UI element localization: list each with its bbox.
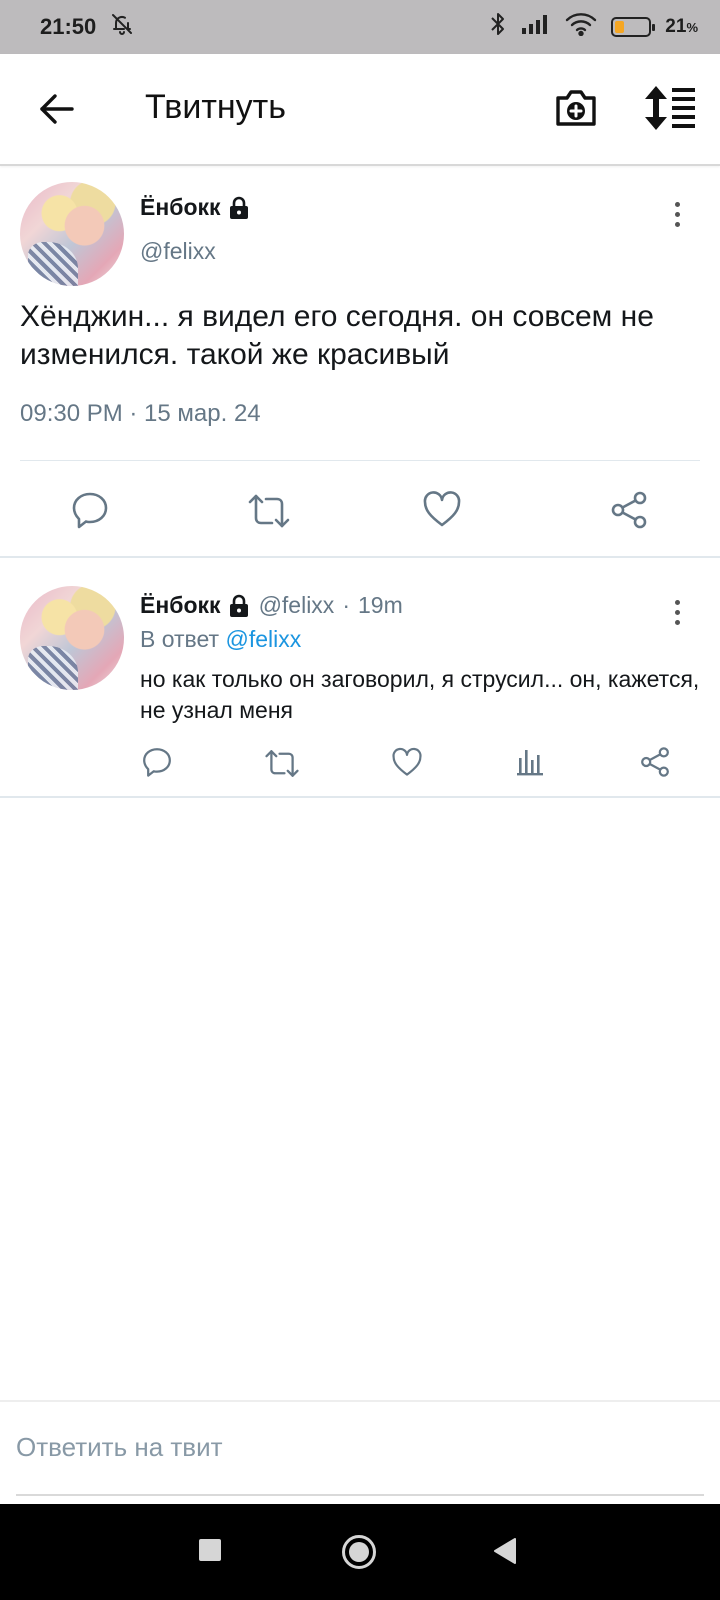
status-right: 21% bbox=[489, 11, 698, 43]
separator-dot: · bbox=[342, 592, 350, 618]
battery-percent: 21% bbox=[665, 16, 698, 37]
lock-icon bbox=[229, 196, 248, 219]
author-name-text: Ёнбокк bbox=[140, 592, 221, 618]
more-vertical-icon bbox=[674, 599, 680, 625]
status-time: 21:50 bbox=[40, 14, 97, 39]
recents-button[interactable] bbox=[198, 1538, 222, 1567]
divider bbox=[20, 460, 700, 461]
reply-header: Ёнбокк @felixx · 19m bbox=[140, 592, 403, 619]
reply-button[interactable] bbox=[141, 746, 173, 778]
back-arrow-icon bbox=[40, 94, 74, 124]
reply-tweet[interactable]: Ёнбокк @felixx · 19m В ответ @felixx но … bbox=[0, 560, 720, 798]
avatar[interactable] bbox=[20, 182, 124, 286]
author-handle[interactable]: @felixx bbox=[259, 592, 335, 619]
reply-button[interactable] bbox=[70, 490, 110, 530]
home-circle-icon bbox=[342, 1535, 376, 1569]
in-reply-to: В ответ @felixx bbox=[140, 626, 301, 653]
more-vertical-icon bbox=[674, 201, 680, 227]
back-button[interactable] bbox=[34, 86, 80, 132]
reply-actions bbox=[0, 746, 720, 790]
battery-icon bbox=[611, 17, 656, 37]
home-button[interactable] bbox=[341, 1534, 377, 1575]
share-button[interactable] bbox=[609, 490, 649, 530]
like-button[interactable] bbox=[391, 747, 423, 777]
share-button[interactable] bbox=[639, 746, 671, 778]
reply-composer bbox=[0, 1400, 720, 1502]
author-name-text: Ёнбокк bbox=[140, 194, 221, 220]
in-reply-prefix: В ответ bbox=[140, 626, 220, 652]
system-nav-bar bbox=[0, 1504, 720, 1600]
sort-button[interactable] bbox=[645, 86, 697, 130]
share-icon bbox=[611, 491, 647, 529]
battery-fill bbox=[615, 21, 625, 33]
tweet-actions bbox=[0, 476, 720, 546]
lock-icon bbox=[229, 594, 248, 617]
bluetooth-icon bbox=[489, 11, 507, 43]
like-icon bbox=[392, 747, 422, 776]
camera-button[interactable] bbox=[553, 84, 599, 130]
author-handle[interactable]: @felixx bbox=[140, 238, 216, 265]
retweet-button[interactable] bbox=[247, 492, 291, 530]
reply-icon bbox=[143, 748, 171, 777]
bell-off-icon bbox=[110, 12, 134, 42]
reply-text: но как только он заговорил, я струсил...… bbox=[140, 666, 700, 723]
status-bar: 21:50 21% bbox=[0, 0, 720, 54]
signal-icon bbox=[521, 13, 551, 41]
retweet-button[interactable] bbox=[264, 748, 300, 779]
stats-icon bbox=[517, 750, 543, 776]
reply-icon bbox=[72, 492, 108, 529]
like-button[interactable] bbox=[422, 490, 462, 528]
page-title: Твитнуть bbox=[145, 88, 286, 126]
more-options-button[interactable] bbox=[662, 592, 692, 632]
app-bar: Твитнуть bbox=[0, 54, 720, 166]
input-underline bbox=[16, 1494, 704, 1496]
retweet-icon bbox=[248, 494, 290, 528]
sort-icon bbox=[645, 86, 695, 130]
back-nav-button[interactable] bbox=[493, 1537, 517, 1570]
retweet-icon bbox=[265, 750, 299, 777]
tweet-time: 19m bbox=[357, 592, 403, 618]
share-icon bbox=[641, 747, 669, 777]
author-name[interactable]: Ёнбокк bbox=[140, 592, 251, 619]
camera-add-icon bbox=[556, 90, 596, 126]
reply-input[interactable] bbox=[16, 1424, 706, 1470]
main-tweet: Ёнбокк @felixx Хёнджин... я видел его се… bbox=[0, 168, 720, 558]
back-triangle-icon bbox=[494, 1538, 516, 1564]
more-options-button[interactable] bbox=[662, 194, 692, 234]
tweet-timestamp: 09:30 PM · 15 мар. 24 bbox=[20, 400, 261, 427]
like-icon bbox=[423, 491, 461, 527]
wifi-icon bbox=[565, 12, 597, 42]
tweet-text: Хёнджин... я видел его сегодня. он совсе… bbox=[20, 300, 654, 371]
status-left: 21:50 bbox=[40, 12, 134, 42]
author-name[interactable]: Ёнбокк bbox=[140, 194, 251, 221]
mention-link[interactable]: @felixx bbox=[225, 626, 301, 652]
recents-square-icon bbox=[199, 1539, 221, 1561]
stats-button[interactable] bbox=[516, 746, 544, 776]
avatar[interactable] bbox=[20, 586, 124, 690]
